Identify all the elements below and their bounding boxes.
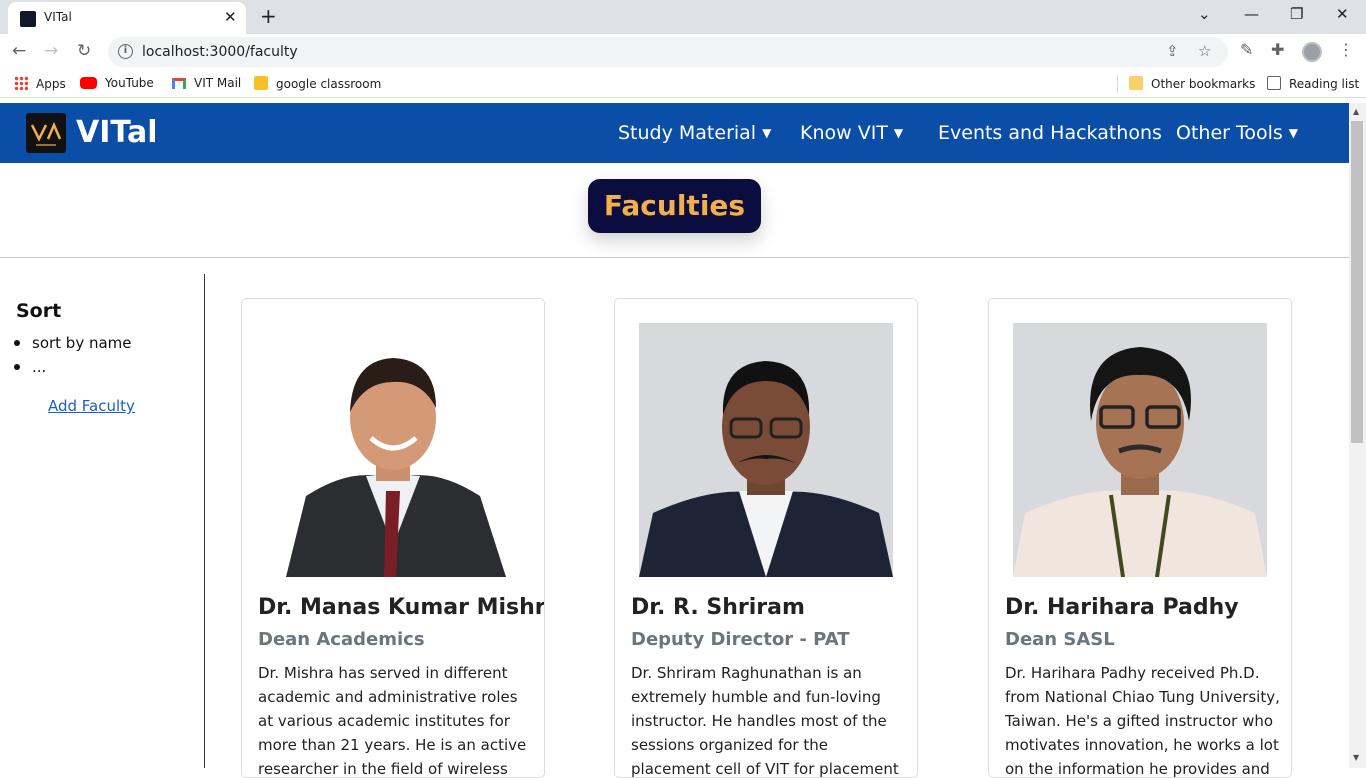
bookmark-apps[interactable]: Apps — [14, 76, 66, 91]
add-faculty-link[interactable]: Add Faculty — [48, 397, 135, 415]
classroom-icon — [254, 76, 268, 90]
site-info-icon[interactable]: i — [118, 44, 133, 59]
back-icon[interactable]: ← — [12, 41, 26, 61]
scroll-up-icon[interactable]: ▲ — [1353, 107, 1359, 116]
faculty-role: Deputy Director - PAT — [631, 629, 850, 650]
folder-icon — [1129, 76, 1143, 90]
nav-events-hackathons[interactable]: Events and Hackathons — [938, 122, 1162, 144]
sort-more-option[interactable]: ... — [32, 358, 46, 376]
gmail-icon — [172, 78, 186, 89]
list-bullet — [14, 340, 20, 346]
scrollbar-thumb[interactable] — [1351, 121, 1363, 443]
bookmark-youtube[interactable]: YouTube — [80, 76, 154, 90]
restore-icon[interactable]: ❐ — [1290, 5, 1303, 23]
close-tab-icon[interactable]: ✕ — [224, 8, 237, 26]
browser-toolbar: ← → ↻ i localhost:3000/faculty ⇪ ☆ ✎ ✚ ⋮ — [0, 34, 1366, 70]
profile-avatar[interactable] — [1302, 42, 1322, 62]
bookmark-divider — [1117, 75, 1118, 93]
bookmark-google-classroom[interactable]: google classroom — [254, 76, 381, 91]
tab-title: VITal — [44, 10, 72, 24]
header-divider — [0, 257, 1349, 258]
app-navbar: VITal Study Material ▼ Know VIT ▼ Events a… — [0, 103, 1349, 163]
nav-know-vit[interactable]: Know VIT ▼ — [800, 122, 903, 144]
page-scrollbar[interactable]: ▲ ▼ — [1349, 103, 1366, 768]
tab-search-icon[interactable]: ⌄ — [1198, 5, 1211, 23]
faculty-photo — [639, 323, 893, 577]
caret-down-icon: ▼ — [762, 126, 772, 140]
other-bookmarks[interactable]: Other bookmarks — [1129, 76, 1255, 91]
faculty-name: Dr. R. Shriram — [631, 595, 805, 620]
sort-by-name-option[interactable]: sort by name — [32, 334, 132, 352]
tab-strip: VITal ✕ + ⌄ — ❐ ✕ — [0, 0, 1366, 34]
bookmark-vit-mail[interactable]: VIT Mail — [172, 76, 241, 90]
faculty-photo — [266, 346, 520, 577]
caret-down-icon: ▼ — [1288, 126, 1299, 140]
brand-name[interactable]: VITal — [76, 115, 158, 150]
sort-heading: Sort — [16, 300, 62, 322]
scroll-down-icon[interactable]: ▼ — [1353, 753, 1359, 762]
browser-menu-icon[interactable]: ⋮ — [1338, 40, 1354, 59]
reload-icon[interactable]: ↻ — [77, 41, 91, 61]
extension-pen-icon[interactable]: ✎ — [1240, 40, 1253, 59]
browser-tab[interactable]: VITal ✕ — [8, 2, 246, 34]
faculty-description: Dr. Mishra has served in different acade… — [258, 664, 527, 778]
bookmarks-bar: Apps YouTube VIT Mail google classroom O… — [0, 70, 1366, 98]
vital-favicon-icon — [20, 11, 36, 27]
page-title-box: Faculties — [588, 179, 761, 233]
vital-logo[interactable] — [26, 113, 66, 153]
faculty-card[interactable]: Dr. Harihara Padhy Dean SASL Dr. Harihar… — [988, 298, 1292, 778]
share-icon[interactable]: ⇪ — [1166, 42, 1179, 60]
faculty-description: Dr. Harihara Padhy received Ph.D. from N… — [1005, 664, 1280, 778]
close-window-icon[interactable]: ✕ — [1336, 5, 1349, 23]
sidebar-divider — [204, 274, 205, 768]
forward-icon[interactable]: → — [44, 41, 58, 61]
extensions-puzzle-icon[interactable]: ✚ — [1271, 40, 1284, 59]
faculty-card[interactable]: Dr. R. Shriram Deputy Director - PAT Dr.… — [614, 298, 918, 778]
faculty-card[interactable]: Dr. Manas Kumar Mishra Dean Academics Dr… — [241, 298, 545, 778]
address-bar[interactable]: i localhost:3000/faculty ⇪ ☆ — [108, 37, 1228, 67]
nav-other-tools[interactable]: Other Tools ▼ — [1176, 122, 1298, 144]
page-title: Faculties — [603, 189, 746, 222]
list-bullet — [14, 364, 20, 370]
url-text[interactable]: localhost:3000/faculty — [142, 44, 298, 60]
minimize-icon[interactable]: — — [1244, 5, 1259, 23]
bookmark-star-icon[interactable]: ☆ — [1198, 42, 1211, 60]
new-tab-icon[interactable]: + — [260, 4, 277, 28]
faculty-role: Dean SASL — [1005, 629, 1115, 650]
reading-list-icon — [1267, 76, 1281, 90]
faculty-role: Dean Academics — [258, 629, 425, 650]
reading-list[interactable]: Reading list — [1267, 76, 1359, 91]
nav-study-material[interactable]: Study Material ▼ — [618, 122, 771, 144]
faculty-description: Dr. Shriram Raghunathan is an extremely … — [631, 664, 899, 778]
apps-grid-icon — [14, 76, 28, 90]
faculty-photo — [1013, 323, 1267, 577]
faculty-name: Dr. Harihara Padhy — [1005, 595, 1239, 620]
caret-down-icon: ▼ — [893, 126, 904, 140]
youtube-icon — [80, 77, 97, 89]
faculty-name: Dr. Manas Kumar Mishra — [258, 595, 545, 620]
